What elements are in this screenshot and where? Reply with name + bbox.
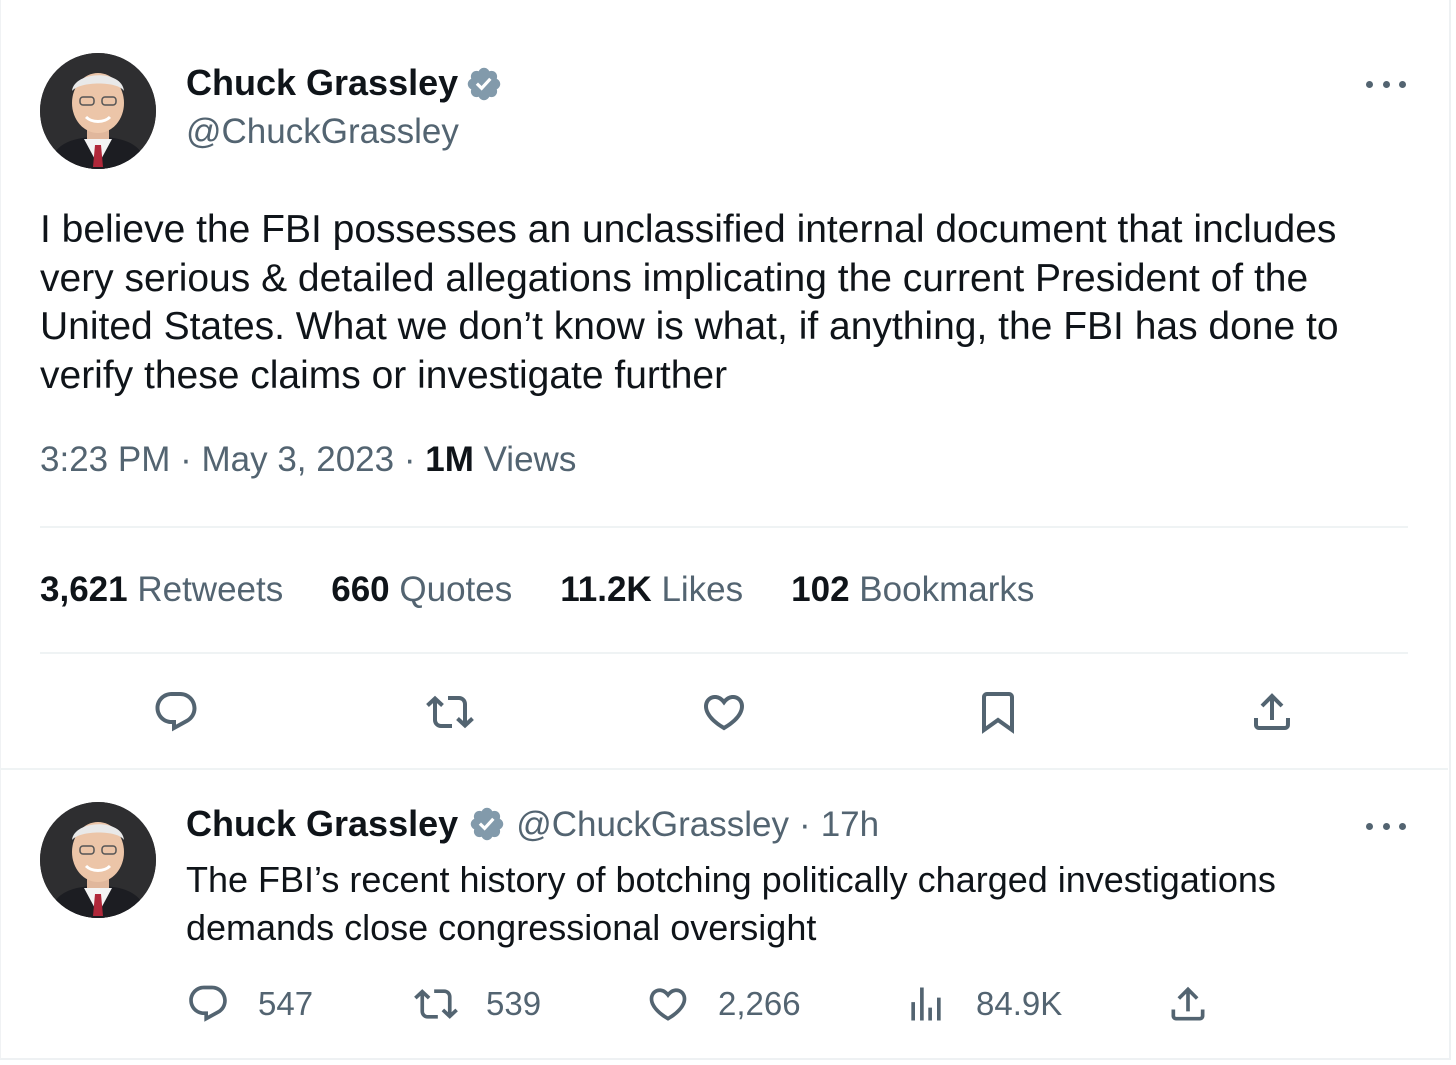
- bookmark-icon: [982, 692, 1014, 734]
- bookmarks-stat[interactable]: 102 Bookmarks: [791, 570, 1034, 610]
- verified-badge-icon: [470, 807, 504, 841]
- likes-label: Likes: [661, 570, 744, 609]
- divider: [40, 526, 1408, 528]
- like-icon: [703, 695, 745, 731]
- divider: [40, 652, 1408, 654]
- author-name[interactable]: Chuck Grassley: [186, 62, 458, 104]
- views-chart-icon: [911, 987, 941, 1021]
- divider: [0, 768, 1448, 770]
- retweets-count: 3,621: [40, 570, 128, 609]
- retweets-stat[interactable]: 3,621 Retweets: [40, 570, 283, 610]
- quotes-stat[interactable]: 660 Quotes: [331, 570, 512, 610]
- header-separator: ·: [799, 805, 811, 844]
- profile-photo: [40, 802, 156, 918]
- retweet-button[interactable]: [426, 688, 474, 736]
- profile-photo: [40, 53, 156, 169]
- tweet-age[interactable]: 17h: [821, 805, 879, 844]
- likes-stat[interactable]: 11.2K Likes: [560, 570, 743, 610]
- reply-button[interactable]: [152, 688, 200, 736]
- verified-badge-icon: [467, 67, 501, 101]
- quotes-label: Quotes: [399, 570, 513, 609]
- author-name[interactable]: Chuck Grassley: [186, 803, 458, 844]
- retweet-count: 539: [486, 985, 542, 1022]
- share-icon: [1254, 693, 1290, 730]
- retweets-label: Retweets: [137, 570, 284, 609]
- reply-count: 547: [258, 985, 314, 1022]
- retweet-icon: [414, 989, 458, 1019]
- like-button[interactable]: [700, 688, 748, 736]
- share-icon: [1171, 986, 1205, 1021]
- tweet-text: I believe the FBI possesses an unclassif…: [40, 208, 1339, 397]
- retweet-icon: [426, 695, 474, 729]
- retweet-button[interactable]: 539: [414, 982, 541, 1026]
- share-button[interactable]: [1166, 982, 1210, 1026]
- like-button[interactable]: 2,266: [646, 982, 801, 1026]
- author-handle[interactable]: @ChuckGrassley: [186, 112, 459, 152]
- likes-count: 11.2K: [560, 570, 652, 609]
- reply-button[interactable]: 547: [186, 982, 313, 1026]
- reply-icon: [155, 692, 197, 732]
- meta-separator: ·: [180, 440, 192, 479]
- reply-icon: [189, 985, 227, 1022]
- quotes-count: 660: [331, 570, 390, 609]
- views-count: 84.9K: [976, 985, 1063, 1022]
- meta-separator: ·: [403, 440, 416, 479]
- reply-text: The FBI’s recent history of botching pol…: [186, 859, 1276, 948]
- more-options-icon[interactable]: [1366, 816, 1406, 836]
- bookmarks-count: 102: [791, 570, 850, 609]
- avatar[interactable]: [40, 802, 156, 918]
- like-icon: [649, 988, 687, 1021]
- tweet-date[interactable]: May 3, 2023: [201, 440, 394, 479]
- author-handle[interactable]: @ChuckGrassley: [516, 805, 789, 844]
- views-label: Views: [483, 440, 577, 479]
- tweet-meta: 3:23 PM · May 3, 2023 · 1M Views: [40, 440, 576, 480]
- bookmarks-label: Bookmarks: [859, 570, 1035, 609]
- reply-header: Chuck Grassley @ChuckGrassley · 17h: [186, 803, 879, 845]
- like-count: 2,266: [718, 985, 801, 1022]
- share-button[interactable]: [1248, 688, 1296, 736]
- views-button[interactable]: 84.9K: [904, 982, 1062, 1026]
- more-options-icon[interactable]: [1366, 74, 1406, 94]
- avatar[interactable]: [40, 53, 156, 169]
- tweet-time[interactable]: 3:23 PM: [40, 440, 170, 479]
- bookmark-button[interactable]: [974, 688, 1022, 736]
- tweet-stats: 3,621 Retweets 660 Quotes 11.2K Likes 10…: [40, 570, 1082, 610]
- views-count: 1M: [425, 440, 474, 479]
